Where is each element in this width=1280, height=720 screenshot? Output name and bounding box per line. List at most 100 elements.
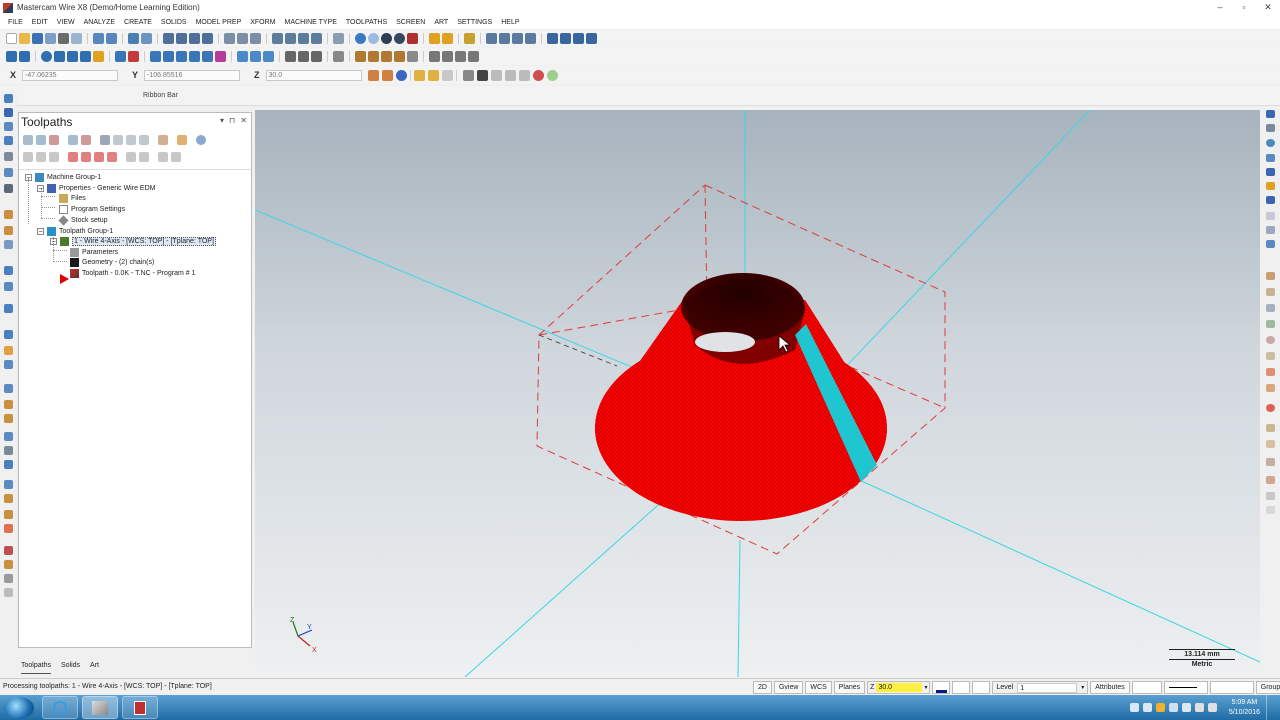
solid-extrude-icon[interactable] — [355, 51, 366, 62]
delete-ops-icon[interactable] — [139, 134, 149, 145]
right-tool-icon[interactable] — [1266, 384, 1275, 392]
right-tool-icon[interactable] — [1266, 154, 1275, 162]
select-all-ops-icon[interactable] — [23, 134, 33, 145]
point-style-button[interactable] — [952, 681, 971, 694]
taskbar-mastercam-icon[interactable] — [82, 696, 118, 719]
left-tool-icon[interactable] — [4, 168, 13, 177]
select-dirty-ops-icon[interactable] — [36, 134, 46, 145]
zoom-in-icon[interactable] — [189, 33, 200, 44]
solid-fillet-icon[interactable] — [394, 51, 405, 62]
cursor-icon[interactable] — [476, 69, 488, 81]
start-button-icon[interactable] — [4, 696, 34, 719]
menu-view[interactable]: VIEW — [57, 19, 75, 26]
new-file-icon[interactable] — [6, 33, 17, 44]
help-icon[interactable] — [395, 69, 407, 81]
right-tool-icon[interactable] — [1266, 139, 1275, 147]
mirror-icon[interactable] — [163, 51, 174, 62]
y-coordinate-field[interactable] — [144, 69, 241, 81]
verify-icon[interactable] — [237, 51, 248, 62]
hidden-line-icon[interactable] — [394, 33, 405, 44]
right-tool-icon[interactable] — [1266, 288, 1275, 296]
graphics-viewport[interactable]: Z Y X 13.114 mm Metric — [255, 110, 1260, 677]
right-tool-icon[interactable] — [1266, 272, 1275, 280]
toggle-wcs-icon[interactable] — [36, 151, 46, 162]
backplot-selected-icon[interactable] — [68, 134, 78, 145]
solid-revolve-icon[interactable] — [368, 51, 379, 62]
right-tool-icon[interactable] — [1266, 492, 1275, 500]
rotate-xform-icon[interactable] — [176, 51, 187, 62]
trim-icon[interactable] — [115, 51, 126, 62]
left-tool-icon[interactable] — [4, 136, 13, 145]
measure-icon[interactable] — [499, 33, 510, 44]
tree-node-geometry[interactable]: Geometry - (2) chain(s) — [70, 257, 154, 267]
clear-colors-icon[interactable] — [442, 33, 453, 44]
chevron-down-icon[interactable]: ▾ — [1081, 684, 1084, 691]
left-tool-icon[interactable] — [4, 546, 13, 555]
panel-close-button[interactable]: ✕ — [240, 116, 247, 125]
line-width-dropdown[interactable] — [1209, 681, 1254, 694]
cascade-icon[interactable] — [586, 33, 597, 44]
collapse-toggle-icon[interactable]: − — [37, 184, 44, 193]
right-tool-icon[interactable] — [1266, 440, 1275, 448]
collapse-toggle-icon[interactable]: − — [25, 173, 32, 182]
right-tool-icon[interactable] — [1266, 458, 1275, 466]
left-tool-icon[interactable] — [4, 240, 13, 249]
level-value[interactable]: 1 — [1017, 682, 1078, 693]
dark-sphere-icon[interactable] — [381, 33, 392, 44]
solid-shell-icon[interactable] — [407, 51, 418, 62]
left-tool-icon[interactable] — [4, 460, 13, 469]
menu-file[interactable]: FILE — [8, 19, 23, 26]
tray-network-icon[interactable] — [1168, 703, 1178, 712]
translucency-icon[interactable] — [407, 33, 418, 44]
left-tool-icon[interactable] — [4, 346, 13, 355]
left-tool-icon[interactable] — [4, 108, 13, 117]
tree-node-program-settings[interactable]: Program Settings — [59, 204, 125, 214]
redo-icon[interactable] — [106, 33, 117, 44]
left-tool-icon[interactable] — [4, 122, 13, 131]
rectangle-icon[interactable] — [54, 51, 65, 62]
left-tool-icon[interactable] — [4, 560, 13, 569]
high-feed-icon[interactable] — [126, 134, 136, 145]
regenerate-selected-icon[interactable] — [49, 134, 59, 145]
chain-icon[interactable] — [441, 69, 453, 81]
shaded-sphere-icon[interactable] — [368, 33, 379, 44]
insert-arrow-marker[interactable] — [60, 274, 69, 284]
level-control[interactable]: Level 1 ▾ — [992, 681, 1089, 694]
letters-icon[interactable] — [93, 51, 104, 62]
toggle-display-icon[interactable] — [158, 134, 168, 145]
levels-icon[interactable] — [560, 33, 571, 44]
grid-icon[interactable] — [512, 33, 523, 44]
view-top-icon[interactable] — [272, 33, 283, 44]
pattern-icon[interactable] — [333, 51, 344, 62]
insert-arrow-icon[interactable] — [49, 151, 59, 162]
right-tool-icon[interactable] — [1266, 368, 1275, 376]
taskbar-ie-icon[interactable] — [42, 696, 78, 719]
groups-button[interactable]: Groups — [1255, 681, 1280, 694]
post-selected-icon[interactable] — [113, 134, 123, 145]
tray-app-icon[interactable] — [1155, 703, 1165, 712]
menu-settings[interactable]: SETTINGS — [457, 19, 492, 26]
right-tool-icon[interactable] — [1266, 240, 1275, 248]
right-tool-icon[interactable] — [1266, 320, 1275, 328]
save-icon[interactable] — [32, 33, 43, 44]
right-tool-icon[interactable] — [1266, 182, 1275, 190]
line-type-dropdown[interactable] — [1163, 681, 1208, 694]
collapse-icon[interactable] — [171, 151, 181, 162]
single-select-icon[interactable] — [490, 69, 502, 81]
panel-menu-button[interactable]: ▾ — [220, 116, 224, 125]
right-tool-icon[interactable] — [1266, 110, 1275, 118]
show-desktop-button[interactable] — [1266, 695, 1274, 720]
z-depth-value[interactable]: 30.0 — [876, 683, 923, 692]
collapse-toggle-icon[interactable]: − — [37, 227, 44, 236]
left-tool-icon[interactable] — [4, 266, 13, 275]
view-front-icon[interactable] — [285, 33, 296, 44]
backplot-icon[interactable] — [250, 51, 261, 62]
network-icon[interactable] — [547, 33, 558, 44]
panel-pin-button[interactable]: ⊓ — [229, 116, 235, 125]
right-tool-icon[interactable] — [1266, 476, 1275, 484]
left-tool-icon[interactable] — [4, 494, 13, 503]
spline-icon[interactable] — [80, 51, 91, 62]
menu-analyze[interactable]: ANALYZE — [84, 19, 115, 26]
menu-xform[interactable]: XFORM — [250, 19, 275, 26]
left-tool-icon[interactable] — [4, 152, 13, 161]
